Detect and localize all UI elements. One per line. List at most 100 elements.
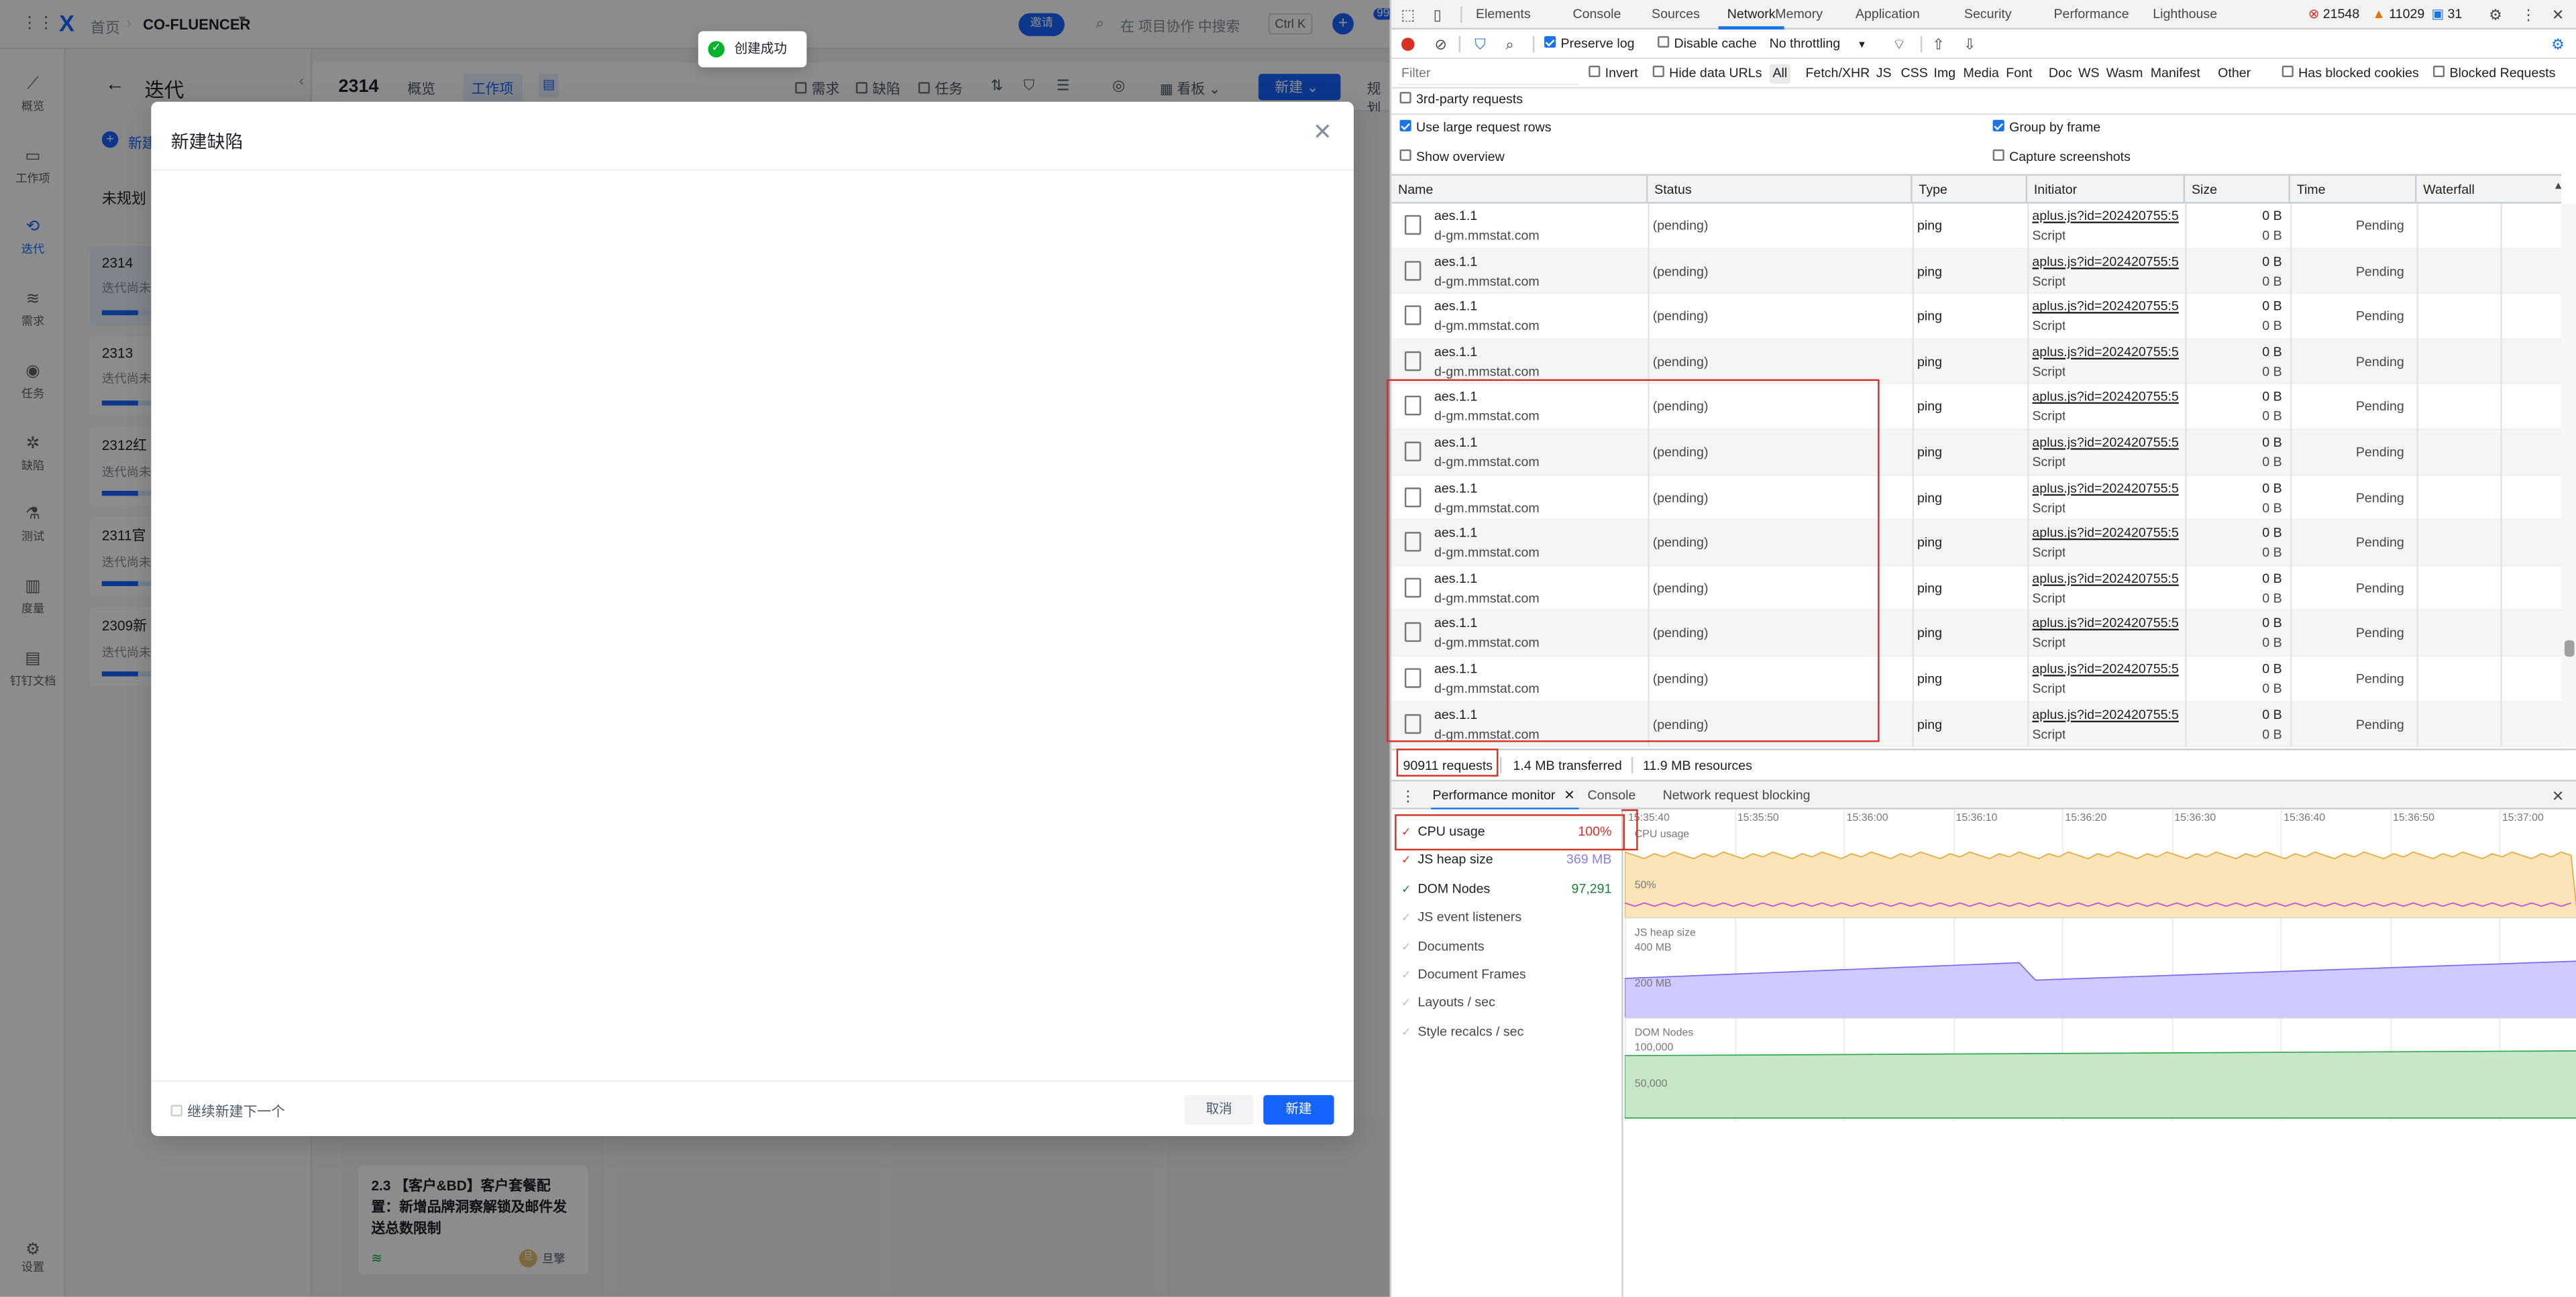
dialog-title: 新建缺陷 xyxy=(170,133,244,153)
export-har-icon[interactable]: ⇩ xyxy=(1960,30,1980,59)
filter-input[interactable]: Filter xyxy=(1398,62,1579,86)
initiator-link[interactable]: aplus.js?id=202420755:5 xyxy=(2032,616,2183,631)
initiator-link[interactable]: aplus.js?id=202420755:5 xyxy=(2032,526,2183,541)
tab-memory[interactable]: Memory xyxy=(1770,0,1829,30)
column-waterfall[interactable]: Waterfall xyxy=(2416,176,2561,204)
scrollbar-thumb[interactable] xyxy=(2564,640,2575,657)
metric-dom-nodes[interactable]: ✓ DOM Nodes 97,291 xyxy=(1401,875,1618,903)
tab-lighthouse[interactable]: Lighthouse xyxy=(2147,0,2223,30)
type-filter-css[interactable]: CSS xyxy=(1900,59,1927,89)
metric-label: JS heap size xyxy=(1417,852,1493,868)
type-filter-js[interactable]: JS xyxy=(1876,59,1892,89)
submit-button[interactable]: 新建 xyxy=(1263,1094,1334,1125)
request-type: ping xyxy=(1917,264,1943,279)
column-type[interactable]: Type xyxy=(1913,175,2028,204)
record-icon[interactable] xyxy=(1401,38,1415,51)
request-time: Pending xyxy=(2355,445,2404,460)
type-filter-wasm[interactable]: Wasm xyxy=(2106,59,2143,89)
type-filter-other[interactable]: Other xyxy=(2218,59,2251,89)
metric-js-event-listeners[interactable]: ✓ JS event listeners xyxy=(1401,903,1618,932)
initiator-link[interactable]: aplus.js?id=202420755:5 xyxy=(2032,390,2183,404)
table-row[interactable]: aes.1.1 d-gm.mmstat.com (pending) ping aplus… xyxy=(1391,294,2561,340)
initiator-link[interactable]: aplus.js?id=202420755:5 xyxy=(2032,435,2183,450)
more-vertical-icon[interactable]: ⋮ xyxy=(2518,0,2538,30)
column-initiator[interactable]: Initiator xyxy=(2027,175,2186,204)
initiator-link[interactable]: aplus.js?id=202420755:5 xyxy=(2032,707,2183,722)
highlight-box-cpu-chart xyxy=(1621,809,1638,851)
table-row[interactable]: aes.1.1 d-gm.mmstat.com (pending) ping aplus… xyxy=(1391,249,2561,294)
search-icon[interactable]: ⌕ xyxy=(1500,30,1519,59)
separator xyxy=(1920,36,1923,53)
throttling-select[interactable]: No throttling ▼ xyxy=(1770,30,1867,61)
tab-performance-monitor[interactable]: Performance monitor ✕ xyxy=(1431,781,1579,811)
tab-application[interactable]: Application xyxy=(1845,0,1930,30)
close-icon[interactable]: ✕ xyxy=(1564,788,1574,803)
tab-security[interactable]: Security xyxy=(1957,0,2019,30)
type-filter-fetch-xhr[interactable]: Fetch/XHR xyxy=(1805,59,1870,89)
cancel-button[interactable]: 取消 xyxy=(1184,1094,1254,1125)
close-icon[interactable]: ✕ xyxy=(2548,0,2567,30)
column-status[interactable]: Status xyxy=(1648,175,1913,204)
scrollbar-track[interactable] xyxy=(2561,203,2576,747)
type-filter-media[interactable]: Media xyxy=(1964,59,1999,89)
column-size[interactable]: Size xyxy=(2185,175,2290,204)
initiator-link[interactable]: aplus.js?id=202420755:5 xyxy=(2032,480,2183,495)
column-name[interactable]: Name xyxy=(1391,175,1648,204)
preserve-log-checkbox[interactable]: Preserve log xyxy=(1544,30,1635,59)
filter-icon[interactable]: ⛉ xyxy=(1470,30,1490,59)
tab-sources[interactable]: Sources xyxy=(1650,0,1702,30)
metric-style-recalcs-sec[interactable]: ✓ Style recalcs / sec xyxy=(1401,1017,1618,1046)
initiator-link[interactable]: aplus.js?id=202420755:5 xyxy=(2032,209,2183,223)
sort-up-icon[interactable]: ▲ xyxy=(2553,180,2564,192)
gear-icon[interactable]: ⚙ xyxy=(2485,0,2505,30)
large-rows-checkbox[interactable]: Use large request rows xyxy=(1399,113,1552,143)
tab-performance[interactable]: Performance xyxy=(2045,0,2137,30)
tab-console[interactable]: Console xyxy=(1585,781,1638,811)
tab-network-request-blocking[interactable]: Network request blocking xyxy=(1654,781,1819,811)
capture-screenshots-checkbox[interactable]: Capture screenshots xyxy=(1992,143,2131,172)
column-time[interactable]: Time xyxy=(2290,175,2417,204)
resource-size: 0 B xyxy=(2262,636,2282,651)
tab-elements[interactable]: Elements xyxy=(1470,0,1536,30)
initiator-link[interactable]: aplus.js?id=202420755:5 xyxy=(2032,299,2183,314)
more-vertical-icon[interactable]: ⋮ xyxy=(1398,781,1417,811)
initiator-link[interactable]: aplus.js?id=202420755:5 xyxy=(2032,253,2183,268)
third-party-checkbox[interactable]: 3rd-party requests xyxy=(1399,85,1523,115)
warning-count[interactable]: ▲ 11029 xyxy=(2372,7,2424,21)
type-filter-ws[interactable]: WS xyxy=(2078,59,2100,89)
close-icon[interactable]: ✕ xyxy=(1311,120,1334,143)
clear-icon[interactable]: ⊘ xyxy=(1431,30,1450,59)
device-toolbar-icon[interactable]: ▯ xyxy=(1428,0,1447,30)
initiator-link[interactable]: aplus.js?id=202420755:5 xyxy=(2032,662,2183,677)
request-name: aes.1.1 xyxy=(1434,253,1478,269)
network-settings-icon[interactable]: ⚙ xyxy=(2548,30,2567,59)
show-overview-checkbox[interactable]: Show overview xyxy=(1399,143,1505,172)
metric-layouts-sec[interactable]: ✓ Layouts / sec xyxy=(1401,989,1618,1017)
initiator-link[interactable]: aplus.js?id=202420755:5 xyxy=(2032,571,2183,585)
type-filter-all[interactable]: All xyxy=(1769,64,1791,84)
initiator-link[interactable]: aplus.js?id=202420755:5 xyxy=(2032,345,2183,359)
table-row[interactable]: aes.1.1 d-gm.mmstat.com (pending) ping aplus… xyxy=(1391,204,2561,249)
type-filter-img[interactable]: Img xyxy=(1933,59,1955,89)
continue-create-checkbox[interactable]: 继续新建下一个 xyxy=(170,1102,285,1121)
blocked-requests-checkbox[interactable]: Blocked Requests xyxy=(2432,59,2555,89)
network-conditions-icon[interactable]: ⌔ xyxy=(1889,30,1909,59)
metric-document-frames[interactable]: ✓ Document Frames xyxy=(1401,960,1618,989)
type-filter-font[interactable]: Font xyxy=(2006,59,2032,89)
inspect-icon[interactable]: ⬚ xyxy=(1398,0,1417,30)
invert-checkbox[interactable]: Invert xyxy=(1589,59,1638,89)
metric-documents[interactable]: ✓ Documents xyxy=(1401,932,1618,960)
import-har-icon[interactable]: ⇧ xyxy=(1929,30,1948,59)
group-by-frame-checkbox[interactable]: Group by frame xyxy=(1992,113,2100,143)
hide-data-urls-checkbox[interactable]: Hide data URLs xyxy=(1652,59,1762,89)
message-count[interactable]: ▣ 31 xyxy=(2432,7,2463,21)
type-filter-doc[interactable]: Doc xyxy=(2049,59,2072,89)
disable-cache-checkbox[interactable]: Disable cache xyxy=(1658,30,1757,59)
close-drawer-icon[interactable]: ✕ xyxy=(2548,781,2567,811)
table-row[interactable]: aes.1.1 d-gm.mmstat.com (pending) ping aplus… xyxy=(1391,339,2561,385)
request-status: (pending) xyxy=(1652,264,1709,279)
has-blocked-cookies-checkbox[interactable]: Has blocked cookies xyxy=(2282,59,2419,89)
error-count[interactable]: ⊗ 21548 xyxy=(2308,7,2359,21)
type-filter-manifest[interactable]: Manifest xyxy=(2151,59,2200,89)
tab-console[interactable]: Console xyxy=(1566,0,1628,30)
